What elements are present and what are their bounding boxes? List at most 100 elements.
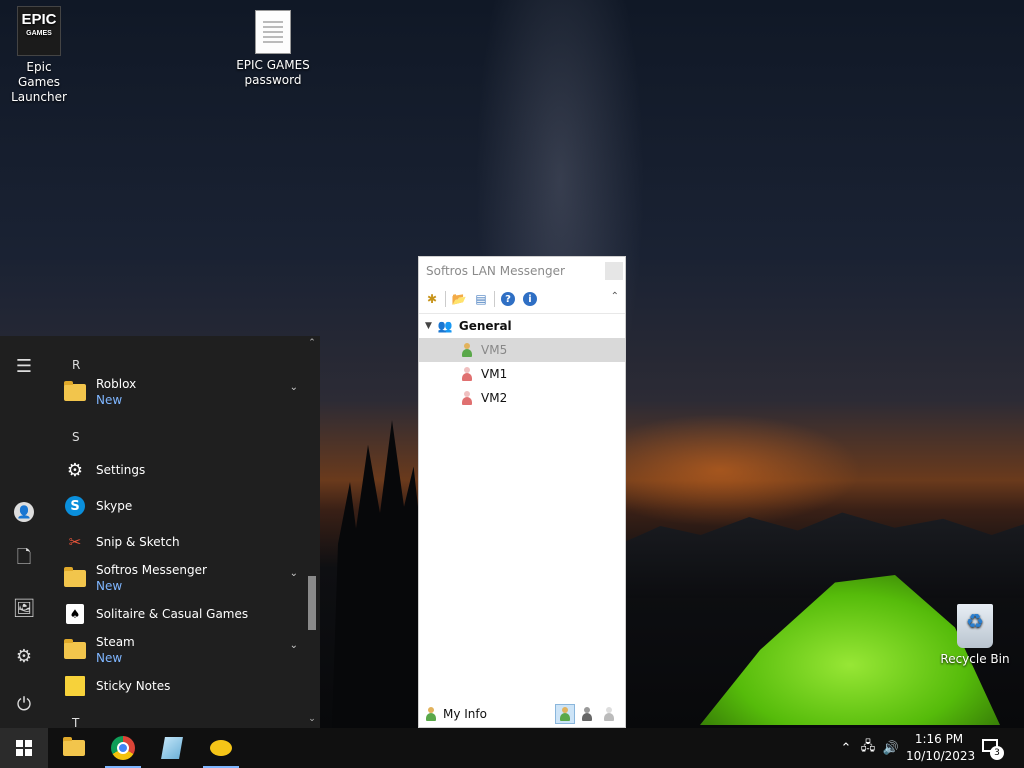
windows-logo-icon — [16, 740, 32, 756]
messenger-toolbar: ✱ 📂 ▤ ? i ⌃ — [419, 285, 625, 314]
cards-icon: ♠ — [64, 603, 86, 625]
app-name: Roblox — [96, 377, 137, 391]
app-item-sticky-notes[interactable]: Sticky Notes — [64, 668, 304, 704]
clock-time: 1:16 PM — [914, 732, 964, 746]
app-name: Solitaire & Casual Games — [96, 607, 249, 621]
recycle-bin-icon — [957, 604, 993, 648]
app-name: Settings — [96, 463, 146, 477]
messenger-title: Softros LAN Messenger — [426, 264, 565, 278]
documents-icon[interactable]: 🗋 — [0, 540, 48, 580]
start-app-list: R Roblox New ⌄ S ⚙ Settings S Skype ✂ Sni… — [56, 336, 304, 728]
status-offline-button[interactable] — [599, 704, 619, 724]
taskbar-softros-messenger[interactable] — [197, 728, 245, 768]
scroll-thumb[interactable] — [308, 576, 316, 630]
skype-icon: S — [64, 495, 86, 517]
group-name: General — [458, 319, 512, 333]
pictures-icon[interactable]: 🖼 — [0, 588, 48, 628]
desktop-icon-epic-games[interactable]: EPIC GAMES Epic Games Launcher — [4, 6, 74, 105]
chevron-down-icon[interactable]: ⌄ — [290, 382, 298, 393]
start-scrollbar[interactable]: ⌃ ⌄ — [306, 336, 318, 728]
letter-header-r[interactable]: R — [72, 358, 80, 372]
notification-center-button[interactable]: 3 — [980, 736, 1004, 760]
user-online-icon — [559, 707, 571, 721]
notification-count-badge: 3 — [990, 746, 1004, 760]
app-item-settings[interactable]: ⚙ Settings — [64, 452, 304, 488]
app-name: Softros Messenger — [96, 563, 207, 577]
desktop-icon-label: Epic Games Launcher — [11, 60, 67, 104]
start-button[interactable] — [0, 728, 48, 768]
letter-header-t[interactable]: T — [72, 716, 79, 728]
text-document-icon — [255, 10, 291, 54]
settings-gear-icon[interactable]: ⚙ — [0, 636, 48, 676]
user-online-icon — [461, 343, 473, 357]
taskbar-clock[interactable]: 1:16 PM 10/10/2023 — [906, 731, 976, 765]
taskbar: ⌃ 🖧 🔊 1:16 PM 10/10/2023 3 — [0, 728, 1024, 768]
chevron-down-icon[interactable]: ▼ — [425, 321, 432, 331]
notepad-icon — [161, 737, 183, 759]
start-menu: ☰ 👤 🗋 🖼 ⚙ ⏻ R Roblox New ⌄ S ⚙ Settings S… — [0, 336, 320, 728]
app-new-badge: New — [96, 651, 123, 665]
desktop-icon-label: Recycle Bin — [940, 652, 1010, 666]
desktop-icon-label: EPIC GAMES password — [236, 58, 310, 87]
status-online-button[interactable] — [555, 704, 575, 724]
user-account-icon[interactable]: 👤 — [0, 492, 48, 532]
help-icon[interactable]: ? — [499, 290, 517, 308]
open-folder-icon[interactable]: 📂 — [450, 290, 468, 308]
app-name: Steam — [96, 635, 135, 649]
desktop-icon-epic-password[interactable]: EPIC GAMES password — [232, 10, 314, 88]
contact-item-vm2[interactable]: VM2 — [419, 386, 625, 410]
epic-games-logo-icon: EPIC GAMES — [17, 6, 61, 56]
volume-icon[interactable]: 🔊 — [880, 741, 902, 756]
messenger-window: Softros LAN Messenger ✱ 📂 ▤ ? i ⌃ ▼ 👥 Ge… — [418, 256, 626, 728]
clock-date: 10/10/2023 — [906, 749, 976, 763]
my-info-link[interactable]: My Info — [443, 707, 487, 721]
chevron-down-icon[interactable]: ⌄ — [290, 640, 298, 651]
settings-cog-icon[interactable]: ✱ — [423, 290, 441, 308]
hamburger-menu-icon[interactable]: ☰ — [0, 346, 48, 386]
contact-item-vm1[interactable]: VM1 — [419, 362, 625, 386]
folder-icon — [64, 380, 86, 401]
taskbar-file-explorer[interactable] — [50, 728, 98, 768]
power-icon[interactable]: ⏻ — [0, 684, 48, 724]
contact-name: VM2 — [481, 391, 508, 405]
system-tray: ⌃ 🖧 🔊 — [836, 728, 902, 768]
contact-item-vm5[interactable]: VM5 — [419, 338, 625, 362]
app-item-steam[interactable]: Steam New ⌄ — [64, 632, 304, 668]
network-icon[interactable]: 🖧 — [856, 737, 880, 759]
taskbar-notepad[interactable] — [148, 728, 196, 768]
messenger-statusbar: My Info — [419, 701, 625, 727]
group-users-icon: 👥 — [437, 319, 453, 333]
status-away-button[interactable] — [577, 704, 597, 724]
user-away-icon — [581, 707, 593, 721]
app-new-badge: New — [96, 393, 123, 407]
message-history-icon[interactable]: ▤ — [472, 290, 490, 308]
scroll-down-icon[interactable]: ⌄ — [306, 714, 318, 724]
desktop-icon-recycle-bin[interactable]: Recycle Bin — [938, 604, 1012, 667]
letter-header-s[interactable]: S — [72, 430, 80, 444]
chevron-down-icon[interactable]: ⌄ — [290, 568, 298, 579]
user-invisible-icon — [603, 707, 615, 721]
app-name: Sticky Notes — [96, 679, 171, 693]
app-item-skype[interactable]: S Skype — [64, 488, 304, 524]
window-control-button[interactable] — [605, 262, 623, 280]
taskbar-chrome[interactable] — [99, 728, 147, 768]
contact-name: VM1 — [481, 367, 508, 381]
folder-icon — [64, 566, 86, 587]
app-item-softros-messenger[interactable]: Softros Messenger New ⌄ — [64, 560, 304, 596]
file-explorer-icon — [63, 737, 85, 756]
toolbar-separator — [445, 291, 446, 307]
my-info-icon[interactable] — [425, 707, 437, 721]
chevron-up-icon[interactable]: ⌃ — [611, 291, 619, 302]
messenger-titlebar[interactable]: Softros LAN Messenger — [419, 257, 625, 285]
chevron-up-icon[interactable]: ⌃ — [836, 741, 856, 756]
app-item-roblox[interactable]: Roblox New ⌄ — [64, 374, 304, 410]
app-item-snip-sketch[interactable]: ✂ Snip & Sketch — [64, 524, 304, 560]
app-name: Skype — [96, 499, 133, 513]
contact-group-general[interactable]: ▼ 👥 General — [419, 314, 625, 338]
status-buttons — [553, 704, 619, 724]
info-icon[interactable]: i — [521, 290, 539, 308]
chat-bubble-icon — [210, 740, 232, 756]
app-item-solitaire[interactable]: ♠ Solitaire & Casual Games — [64, 596, 304, 632]
app-new-badge: New — [96, 579, 123, 593]
scroll-up-icon[interactable]: ⌃ — [306, 338, 318, 348]
